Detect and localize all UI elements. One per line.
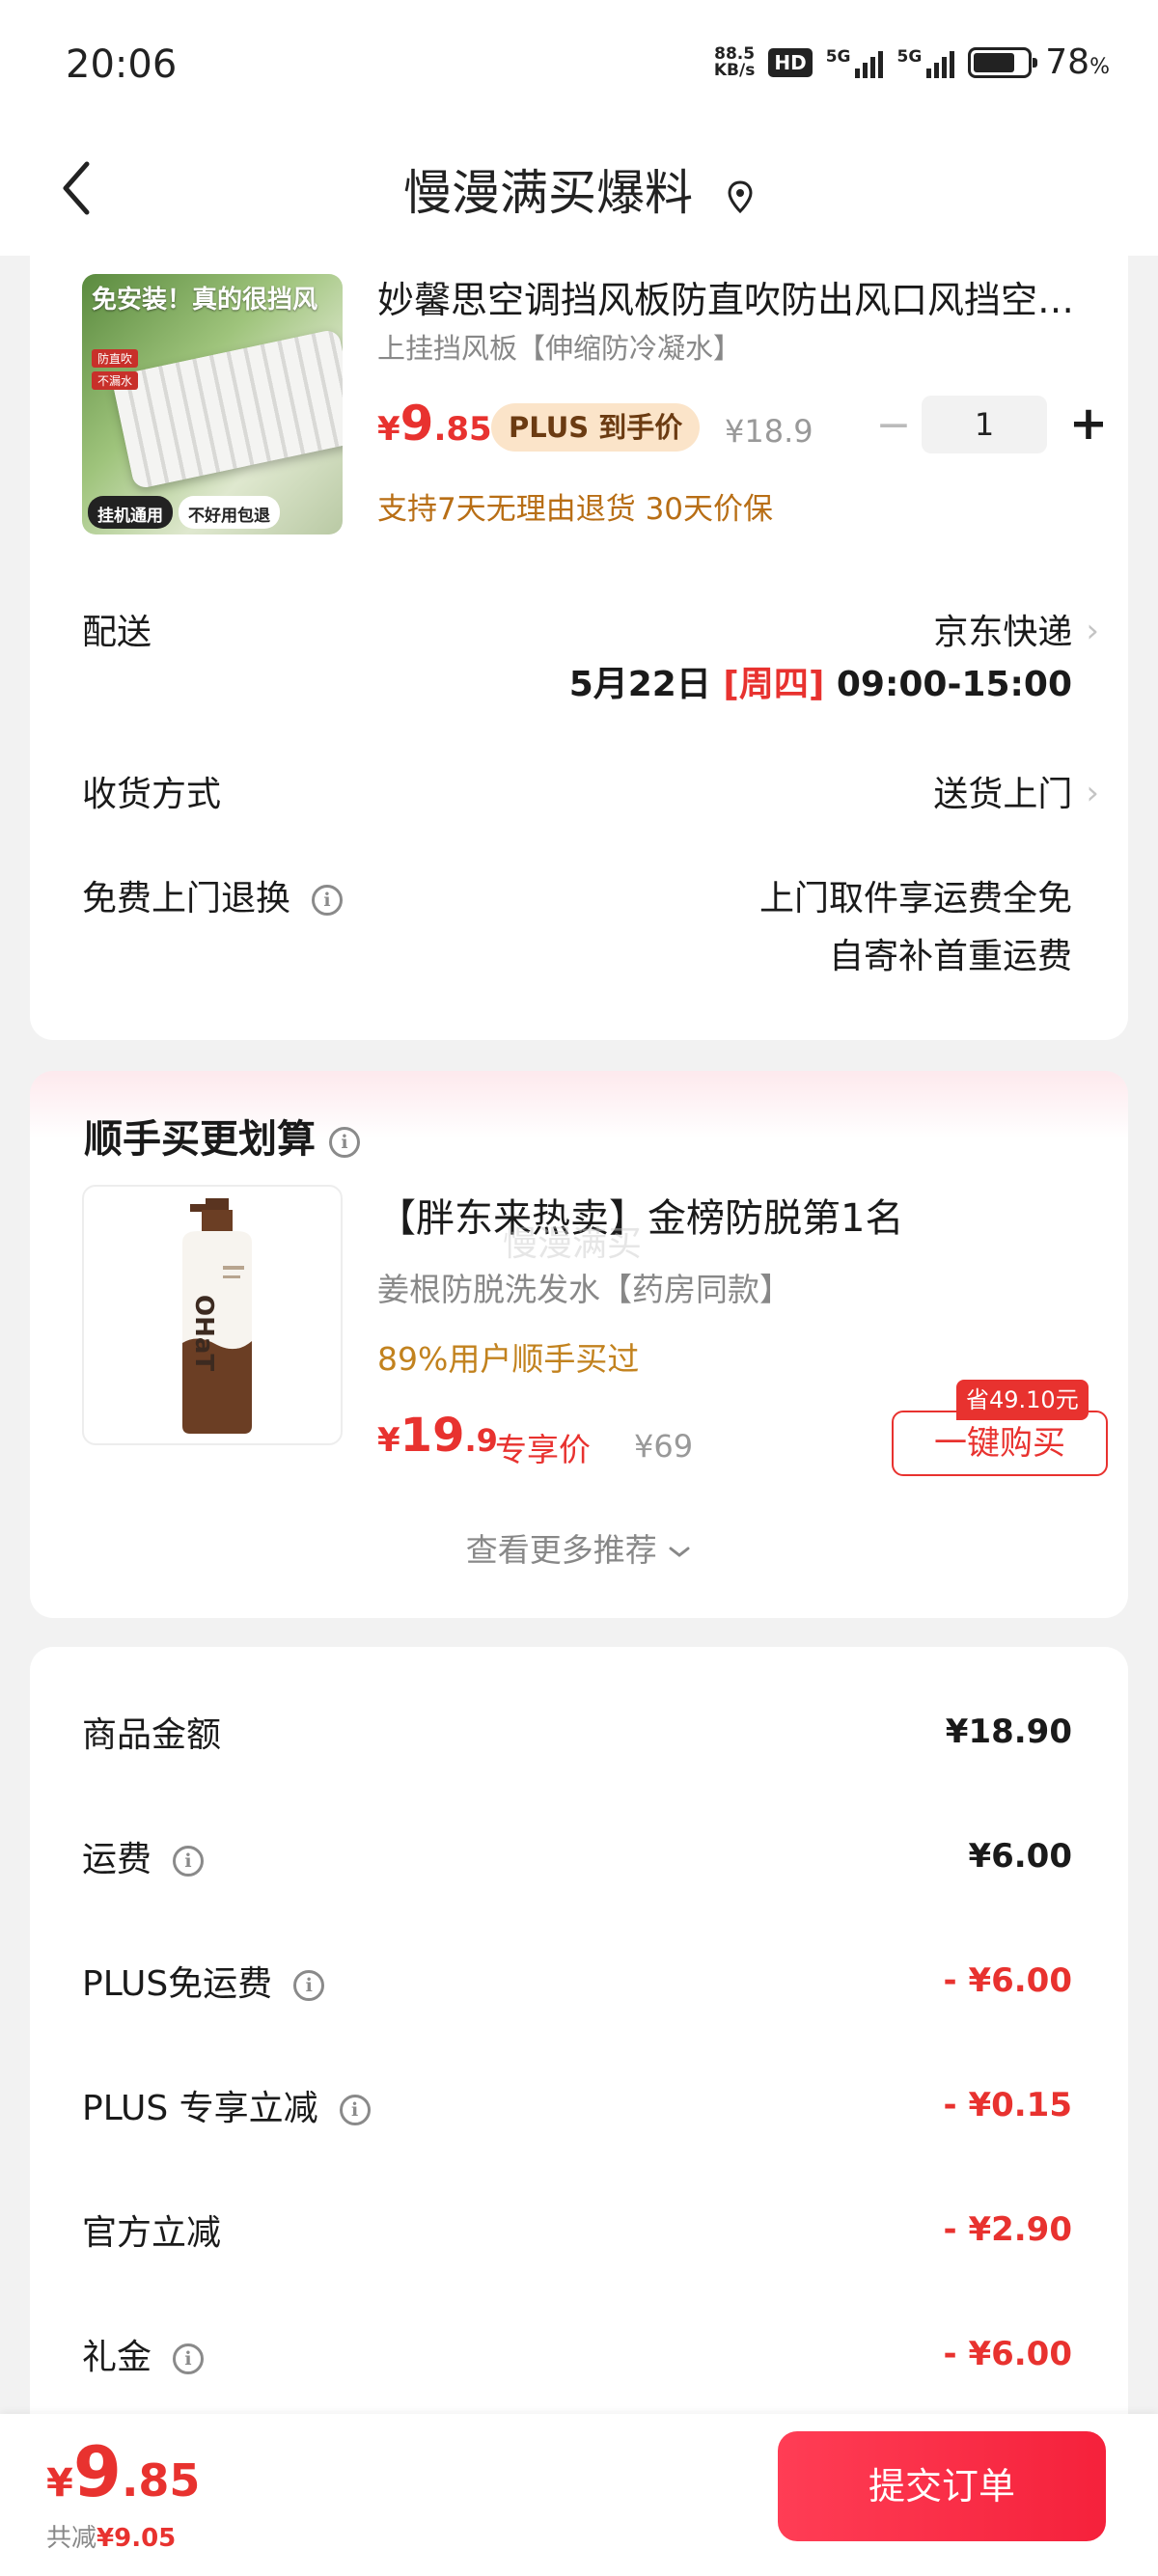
status-icons: 88.5 KB/s HD 5G 5G 78%	[714, 42, 1110, 82]
signal-icon: 5G	[896, 47, 955, 78]
summary-row: 运费 i ¥6.00	[30, 1831, 1128, 1889]
summary-label: PLUS 专享立减 i	[82, 2080, 371, 2130]
recommend-product-subtitle: 姜根防脱洗发水【药房同款】	[377, 1271, 791, 1308]
delivery-carrier[interactable]: 京东快递 ›	[933, 604, 1099, 654]
info-icon[interactable]: i	[293, 1970, 325, 2001]
summary-label: 礼金 i	[82, 2329, 205, 2379]
recommend-card: 顺手买更划算 i OHaT 【胖东来热卖】金榜防脱第1名 慢漫满买 姜根防脱洗发水…	[30, 1071, 1128, 1618]
chevron-right-icon: ›	[1086, 774, 1099, 812]
status-time: 20:06	[66, 42, 178, 87]
summary-row: 官方立减 - ¥2.90	[30, 2205, 1128, 2262]
quantity-minus-button[interactable]: −	[869, 403, 918, 452]
summary-row: PLUS免运费 i - ¥6.00	[30, 1956, 1128, 2014]
product-card: 免安装！真的很挡风 防直吹 不漏水 挂机通用 不好用包退 妙馨思空调挡风板防直吹…	[30, 232, 1128, 1040]
summary-row: 礼金 i - ¥6.00	[30, 2329, 1128, 2387]
more-recommendations-link[interactable]: 查看更多推荐	[30, 1524, 1128, 1571]
recommend-stat: 89%用户顺手买过	[377, 1340, 640, 1378]
recommend-price: ¥19.9	[377, 1409, 498, 1463]
delivery-label: 配送	[82, 613, 152, 652]
summary-label: 官方立减	[82, 2213, 222, 2253]
product-image[interactable]: 免安装！真的很挡风 防直吹 不漏水 挂机通用 不好用包退	[82, 274, 343, 534]
plus-price-tag: PLUS 到手价	[491, 403, 701, 452]
product-spec: 上挂挡风板【伸缩防冷凝水】	[377, 332, 742, 365]
product-price: ¥9.85	[377, 396, 492, 452]
summary-value: - ¥2.90	[943, 2210, 1073, 2249]
info-icon[interactable]: i	[329, 1127, 360, 1158]
location-pin-icon[interactable]	[726, 179, 755, 214]
summary-label: 商品金额	[82, 1715, 222, 1755]
product-title[interactable]: 妙馨思空调挡风板防直吹防出风口风挡空调挡风板	[377, 270, 1091, 323]
free-return-line1: 上门取件享运费全免	[758, 879, 1072, 918]
recommend-product-image[interactable]: OHaT	[82, 1185, 343, 1445]
free-return-label: 免费上门退换 i	[82, 870, 344, 920]
bottom-bar: ¥9.85 共减¥9.05 提交订单	[0, 2414, 1158, 2576]
battery-icon	[968, 46, 1038, 78]
total-discount: 共减¥9.05	[46, 2524, 177, 2553]
receive-method-value[interactable]: 送货上门 ›	[933, 766, 1099, 816]
original-price: ¥18.9	[725, 413, 813, 450]
info-icon[interactable]: i	[312, 885, 344, 916]
signal-icon: 5G	[826, 47, 884, 78]
summary-value: - ¥6.00	[943, 2335, 1073, 2373]
chevron-right-icon: ›	[1086, 612, 1099, 650]
exclusive-price-label: 专享价	[495, 1431, 591, 1468]
free-return-line2: 自寄补首重运费	[828, 937, 1072, 976]
quantity-plus-button[interactable]: +	[1062, 396, 1115, 453]
info-icon[interactable]: i	[339, 2095, 371, 2125]
summary-value: ¥6.00	[968, 1837, 1072, 1876]
summary-row: PLUS 专享立减 i - ¥0.15	[30, 2080, 1128, 2138]
delivery-time[interactable]: 5月22日 [周四] 09:00-15:00	[569, 656, 1072, 706]
summary-value: - ¥6.00	[943, 1961, 1073, 2000]
summary-label: PLUS免运费 i	[82, 1956, 325, 2006]
shampoo-bottle-image: OHaT	[182, 1198, 252, 1434]
summary-label: 运费 i	[82, 1831, 205, 1881]
net-speed: 88.5 KB/s	[713, 43, 756, 80]
info-icon[interactable]: i	[173, 1846, 205, 1877]
chevron-down-icon	[669, 1547, 690, 1557]
quantity-input[interactable]: 1	[922, 396, 1047, 453]
svg-text:OHaT: OHaT	[189, 1295, 218, 1371]
receive-method-label: 收货方式	[82, 775, 222, 814]
battery-percent: 78%	[1045, 42, 1110, 82]
submit-order-button[interactable]: 提交订单	[778, 2431, 1106, 2541]
summary-value: ¥18.90	[945, 1713, 1072, 1751]
one-click-buy-button[interactable]: 一键购买	[892, 1411, 1108, 1476]
summary-row: 商品金额 ¥18.90	[30, 1707, 1128, 1765]
total-price: ¥9.85	[46, 2431, 201, 2512]
summary-value: - ¥0.15	[943, 2086, 1073, 2124]
page-title: 慢漫满买爆料	[0, 154, 1158, 224]
recommend-original-price: ¥69	[634, 1428, 694, 1465]
status-bar: 20:06 88.5 KB/s HD 5G 5G 78%	[0, 0, 1158, 135]
info-icon[interactable]: i	[173, 2343, 205, 2374]
watermark: 慢漫满买	[503, 1224, 643, 1264]
hd-icon: HD	[768, 47, 813, 77]
recommend-title: 顺手买更划算 i	[84, 1108, 360, 1164]
service-guarantee: 支持7天无理由退货 30天价保	[377, 492, 774, 527]
